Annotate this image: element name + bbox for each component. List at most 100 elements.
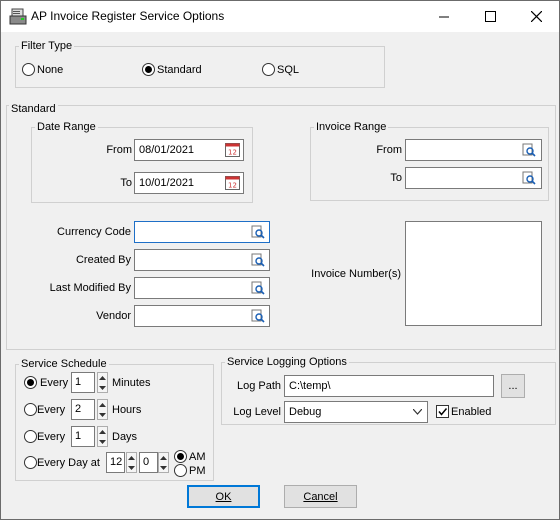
filter-standard-radio[interactable]: [142, 63, 155, 76]
maximize-button[interactable]: [467, 1, 513, 32]
vendor-label: Vendor: [96, 310, 131, 322]
last-modified-by-field[interactable]: [134, 277, 270, 299]
spin-up-icon[interactable]: [127, 453, 136, 462]
cancel-label: Cancel: [303, 490, 338, 503]
every-day-at-label: Every Day at: [37, 457, 100, 469]
schedule-daily-radio[interactable]: [24, 456, 37, 469]
spin-up-icon[interactable]: [98, 427, 107, 436]
spin-down-icon[interactable]: [127, 463, 136, 472]
spin-up-icon[interactable]: [159, 453, 168, 462]
spin-down-icon[interactable]: [159, 463, 168, 472]
minute-input[interactable]: 0: [139, 452, 158, 473]
standard-label: Standard: [9, 103, 58, 115]
minimize-button[interactable]: [421, 1, 467, 32]
log-path-label: Log Path: [236, 380, 281, 392]
lookup-icon[interactable]: [251, 253, 265, 267]
minimize-icon: [438, 16, 449, 18]
every-label: Every: [37, 431, 66, 443]
minutes-label: Minutes: [112, 377, 151, 389]
log-level-value: Debug: [289, 406, 322, 418]
filter-sql-radio[interactable]: [262, 63, 275, 76]
minute-spinner[interactable]: [158, 452, 169, 473]
days-value: 1: [75, 430, 82, 442]
lookup-icon[interactable]: [522, 143, 536, 157]
log-path-field[interactable]: C:\temp\: [284, 375, 494, 397]
every-label: Every: [37, 404, 66, 416]
service-schedule-label: Service Schedule: [19, 358, 109, 370]
ok-label: OK: [215, 490, 232, 503]
hours-value: 2: [75, 403, 82, 415]
every-label: Every: [40, 377, 69, 389]
days-input[interactable]: 1: [71, 426, 95, 447]
log-level-select[interactable]: Debug: [284, 401, 428, 423]
invoice-from-label: From: [376, 144, 402, 156]
minutes-spinner[interactable]: [97, 372, 108, 393]
pm-label: PM: [189, 465, 206, 477]
invoice-to-label: To: [390, 172, 402, 184]
minute-value: 0: [143, 456, 150, 468]
days-label: Days: [112, 431, 138, 443]
enabled-label: Enabled: [451, 406, 492, 418]
lookup-icon[interactable]: [522, 171, 536, 185]
log-level-label: Log Level: [233, 406, 281, 418]
date-to-value: 10/01/2021: [139, 177, 195, 189]
am-radio[interactable]: [174, 450, 187, 463]
dialog-window: AP Invoice Register Service Options Filt…: [0, 0, 560, 520]
filter-none-label: None: [37, 64, 64, 76]
log-path-value: C:\temp\: [289, 380, 331, 392]
spin-down-icon[interactable]: [98, 383, 107, 392]
last-modified-by-label: Last Modified By: [49, 282, 131, 294]
hour-value: 12: [110, 456, 123, 468]
minutes-value: 1: [75, 376, 82, 388]
calendar-icon[interactable]: 12: [225, 142, 240, 157]
created-by-label: Created By: [75, 254, 131, 266]
logging-label: Service Logging Options: [225, 356, 349, 368]
schedule-days-radio[interactable]: [24, 430, 37, 443]
chevron-down-icon: [413, 409, 422, 415]
browse-button[interactable]: ...: [501, 374, 525, 398]
lookup-icon[interactable]: [251, 309, 265, 323]
filter-standard-label: Standard: [157, 64, 202, 76]
window-title: AP Invoice Register Service Options: [31, 9, 225, 23]
hours-label: Hours: [112, 404, 142, 416]
spin-down-icon[interactable]: [98, 410, 107, 419]
lookup-icon[interactable]: [251, 225, 265, 239]
minutes-input[interactable]: 1: [71, 372, 95, 393]
invoice-range-label: Invoice Range: [314, 121, 389, 133]
filter-type-label: Filter Type: [19, 40, 75, 52]
enabled-checkbox[interactable]: [436, 405, 449, 418]
app-icon: [9, 8, 27, 25]
browse-label: ...: [508, 380, 518, 392]
schedule-minutes-radio[interactable]: [24, 376, 37, 389]
title-bar[interactable]: AP Invoice Register Service Options: [1, 1, 559, 32]
hours-spinner[interactable]: [97, 399, 108, 420]
pm-radio[interactable]: [174, 464, 187, 477]
filter-none-radio[interactable]: [22, 63, 35, 76]
svg-text:12: 12: [228, 149, 237, 157]
date-from-label: From: [106, 144, 132, 156]
spin-up-icon[interactable]: [98, 400, 107, 409]
date-to-label: To: [120, 177, 132, 189]
date-from-value: 08/01/2021: [139, 144, 195, 156]
cancel-button[interactable]: Cancel: [284, 485, 357, 508]
ok-button[interactable]: OK: [187, 485, 260, 508]
svg-text:12: 12: [228, 182, 237, 190]
days-spinner[interactable]: [97, 426, 108, 447]
maximize-icon: [484, 11, 496, 22]
created-by-field[interactable]: [134, 249, 270, 271]
invoice-numbers-label: Invoice Number(s): [311, 268, 401, 280]
calendar-icon[interactable]: 12: [225, 175, 240, 190]
hour-spinner[interactable]: [126, 452, 137, 473]
hours-input[interactable]: 2: [71, 399, 95, 420]
vendor-field[interactable]: [134, 305, 270, 327]
lookup-icon[interactable]: [251, 281, 265, 295]
filter-sql-label: SQL: [277, 64, 300, 76]
date-range-label: Date Range: [35, 121, 98, 133]
invoice-numbers-textarea[interactable]: [405, 221, 542, 326]
spin-down-icon[interactable]: [98, 437, 107, 446]
currency-code-field[interactable]: [134, 221, 270, 243]
hour-input[interactable]: 12: [106, 452, 125, 473]
close-button[interactable]: [513, 1, 559, 32]
schedule-hours-radio[interactable]: [24, 403, 37, 416]
spin-up-icon[interactable]: [98, 373, 107, 382]
